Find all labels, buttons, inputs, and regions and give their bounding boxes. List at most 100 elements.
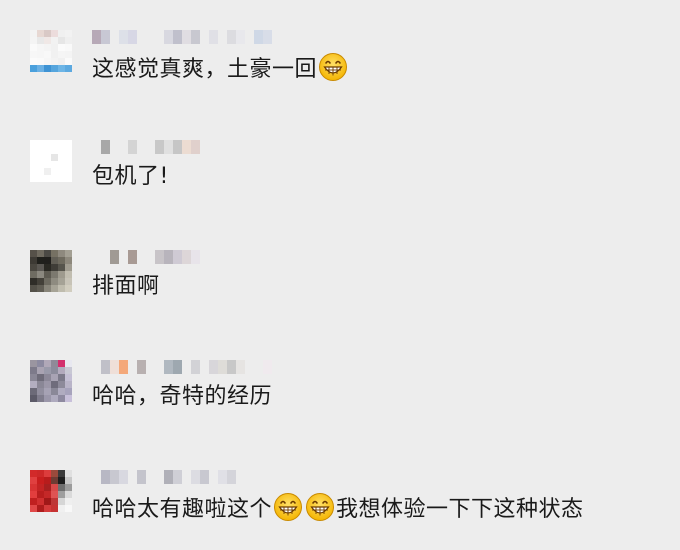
avatar-pixel xyxy=(37,37,44,44)
username-pixel xyxy=(155,140,164,154)
username-pixel xyxy=(182,470,191,484)
avatar-pixel xyxy=(51,140,58,147)
username-pixel xyxy=(209,30,218,44)
avatar-pixel xyxy=(30,250,37,257)
avatar-pixel xyxy=(44,374,51,381)
avatar-pixel xyxy=(37,367,44,374)
avatar-pixel xyxy=(30,498,37,505)
comment-item[interactable]: 哈哈，奇特的经历 xyxy=(0,330,680,440)
avatar-pixel xyxy=(30,65,37,72)
avatar-pixel xyxy=(65,250,72,257)
username-pixel xyxy=(164,250,173,264)
avatar-pixel xyxy=(51,381,58,388)
avatar-pixel xyxy=(30,381,37,388)
avatar-pixel xyxy=(65,360,72,367)
avatar-pixel xyxy=(65,37,72,44)
avatar-pixel xyxy=(65,161,72,168)
username-pixel xyxy=(173,250,182,264)
avatar-pixel xyxy=(44,470,51,477)
avatar-pixel xyxy=(30,257,37,264)
username-pixel xyxy=(128,250,137,264)
username-pixel xyxy=(164,30,173,44)
avatar-pixel xyxy=(65,278,72,285)
avatar-pixel xyxy=(30,147,37,154)
avatar-pixel xyxy=(44,388,51,395)
avatar-pixel xyxy=(51,271,58,278)
avatar[interactable] xyxy=(30,140,72,182)
avatar-pixel xyxy=(51,250,58,257)
username-pixel xyxy=(146,360,155,374)
avatar[interactable] xyxy=(30,470,72,512)
avatar-pixel xyxy=(65,484,72,491)
avatar-pixel xyxy=(51,498,58,505)
avatar-pixel xyxy=(58,147,65,154)
avatar-pixel xyxy=(44,168,51,175)
avatar-pixel xyxy=(30,154,37,161)
avatar-pixel xyxy=(51,505,58,512)
avatar-pixel xyxy=(58,470,65,477)
avatar-pixel xyxy=(65,51,72,58)
username-pixel xyxy=(128,140,137,154)
avatar-pixel xyxy=(44,491,51,498)
username-pixel xyxy=(236,360,245,374)
avatar-pixel xyxy=(65,374,72,381)
avatar-pixel xyxy=(58,65,65,72)
avatar-pixel xyxy=(65,498,72,505)
avatar-pixel xyxy=(44,498,51,505)
avatar-pixel xyxy=(58,154,65,161)
username[interactable] xyxy=(92,30,272,44)
username-pixel xyxy=(191,140,200,154)
comment-item[interactable]: 这感觉真爽，土豪一回 xyxy=(0,0,680,110)
avatar-pixel xyxy=(51,257,58,264)
comment-text-body: 哈哈，奇特的经历 xyxy=(92,384,273,409)
username-pixel xyxy=(101,30,110,44)
avatar-pixel xyxy=(44,278,51,285)
avatar-pixel xyxy=(58,367,65,374)
avatar-pixel xyxy=(44,484,51,491)
comment-text: 包机了! xyxy=(92,162,169,192)
avatar-pixel xyxy=(65,271,72,278)
username-pixel xyxy=(110,250,119,264)
username-pixel xyxy=(137,470,146,484)
username-pixel xyxy=(191,470,200,484)
comment-text-body: 包机了! xyxy=(92,164,169,189)
avatar-pixel xyxy=(30,271,37,278)
username[interactable] xyxy=(92,250,200,264)
avatar-pixel xyxy=(37,381,44,388)
username-pixel xyxy=(110,140,119,154)
username-pixel xyxy=(227,30,236,44)
avatar-pixel xyxy=(58,477,65,484)
avatar-pixel xyxy=(65,65,72,72)
avatar-pixel xyxy=(58,278,65,285)
avatar[interactable] xyxy=(30,360,72,402)
avatar-pixel xyxy=(65,395,72,402)
avatar-pixel xyxy=(51,374,58,381)
username[interactable] xyxy=(92,140,200,154)
avatar-pixel xyxy=(65,168,72,175)
avatar-pixel xyxy=(30,484,37,491)
avatar-pixel xyxy=(51,154,58,161)
username-pixel xyxy=(92,360,101,374)
comment-item[interactable]: 哈哈太有趣啦这个 我想体验一下下这种状态 xyxy=(0,440,680,550)
username-pixel xyxy=(173,470,182,484)
avatar[interactable] xyxy=(30,250,72,292)
username-pixel xyxy=(155,30,164,44)
username-pixel xyxy=(92,30,101,44)
avatar-pixel xyxy=(44,154,51,161)
avatar-pixel xyxy=(65,58,72,65)
avatar-pixel xyxy=(37,477,44,484)
comment-item[interactable]: 排面啊 xyxy=(0,220,680,330)
avatar[interactable] xyxy=(30,30,72,72)
username[interactable] xyxy=(92,470,236,484)
avatar-pixel xyxy=(65,175,72,182)
avatar-pixel xyxy=(44,367,51,374)
avatar-pixel xyxy=(65,30,72,37)
avatar-pixel xyxy=(37,505,44,512)
avatar-pixel xyxy=(65,477,72,484)
avatar-pixel xyxy=(37,58,44,65)
username[interactable] xyxy=(92,360,272,374)
avatar-pixel xyxy=(44,175,51,182)
avatar-pixel xyxy=(37,498,44,505)
comment-item[interactable]: 包机了! xyxy=(0,110,680,220)
username-pixel xyxy=(227,470,236,484)
